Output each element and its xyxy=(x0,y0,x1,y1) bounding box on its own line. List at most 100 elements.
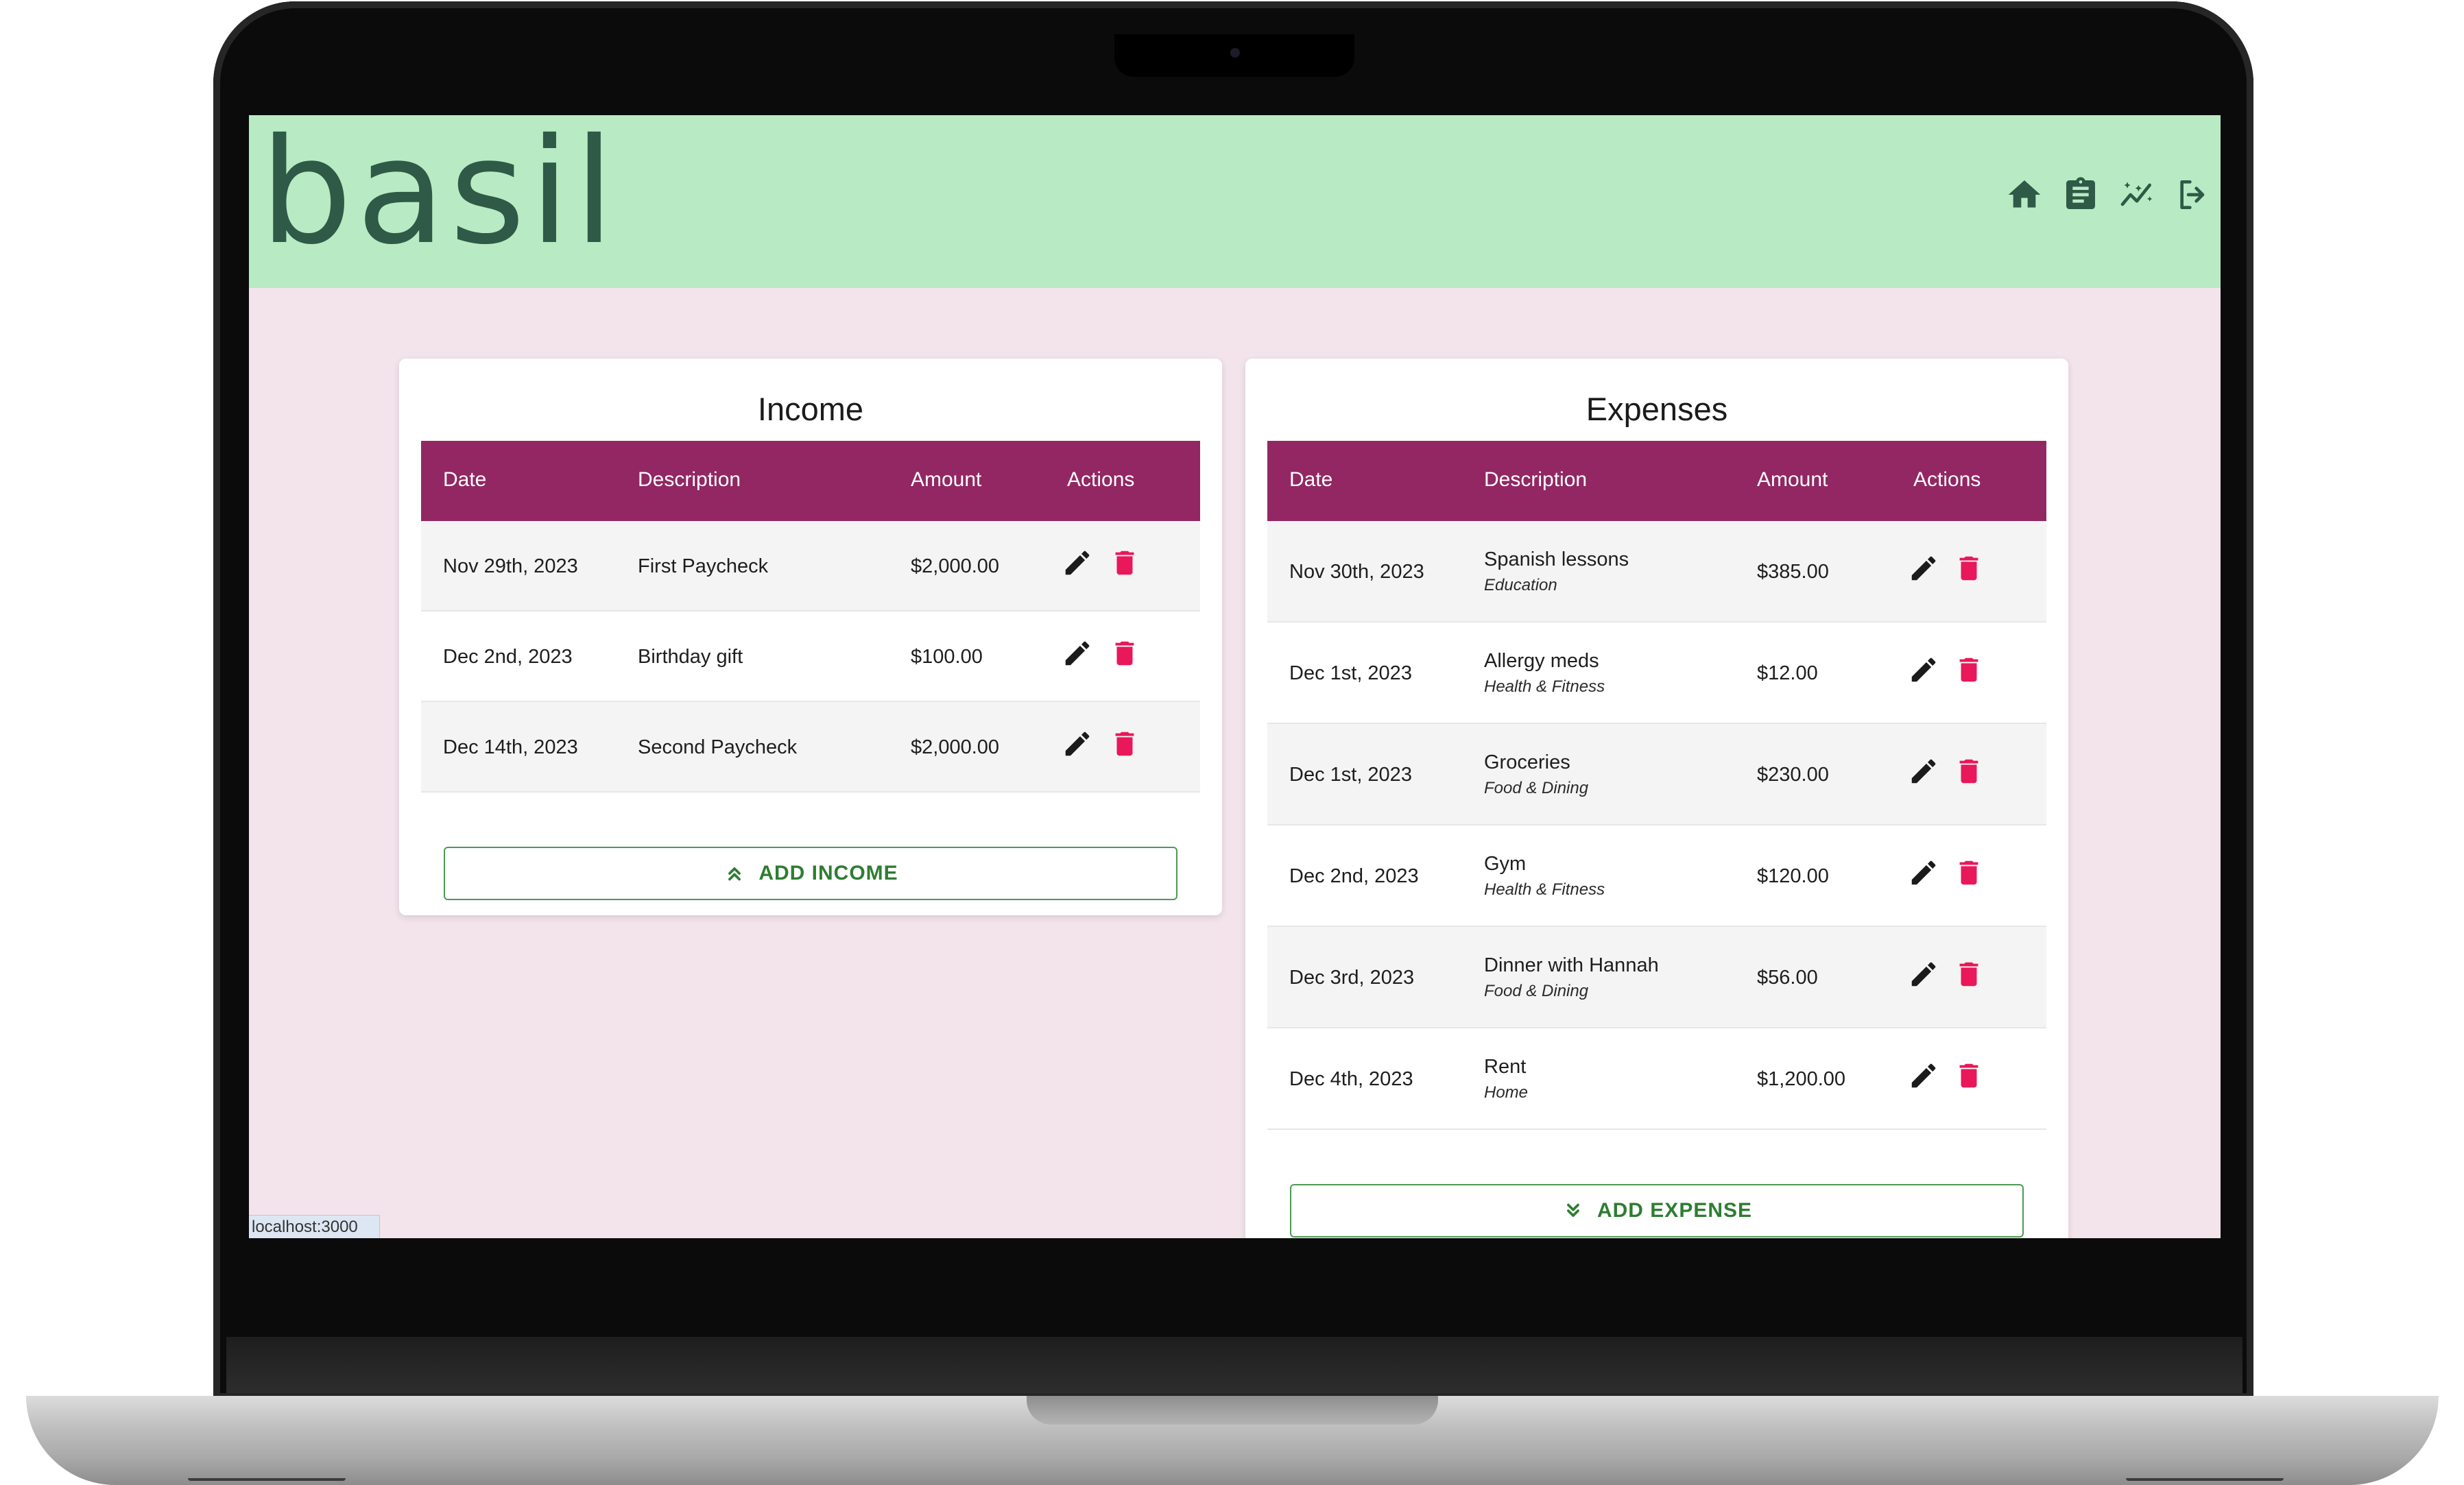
income-table: Date Description Amount Actions Nov 29th… xyxy=(421,441,1200,793)
clipboard-icon xyxy=(2066,177,2095,209)
app-logo[interactable]: basil xyxy=(260,119,619,265)
row-amount: $100.00 xyxy=(911,646,983,668)
double-chevron-down-icon xyxy=(1567,1203,1579,1217)
row-amount: $2,000.00 xyxy=(911,555,1000,577)
trash-icon xyxy=(1959,759,1978,784)
camera-icon xyxy=(1230,48,1240,58)
table-row: Dec 2nd, 2023 Birthday gift $100.00 xyxy=(421,612,1200,702)
clipboard-button[interactable] xyxy=(2060,174,2101,215)
row-date: Dec 3rd, 2023 xyxy=(1289,967,1415,989)
insights-icon xyxy=(2120,182,2153,206)
column-description: Description xyxy=(1484,468,1588,491)
insights-button[interactable] xyxy=(2116,174,2157,215)
income-title: Income xyxy=(757,391,864,427)
add-income-button[interactable]: ADD INCOME xyxy=(444,847,1177,900)
edit-button[interactable] xyxy=(1062,638,1093,669)
table-row: Dec 14th, 2023 Second Paycheck $2,000.00 xyxy=(421,702,1200,793)
status-url: localhost:3000 xyxy=(249,1215,380,1238)
logout-button[interactable] xyxy=(2173,174,2214,215)
trash-icon xyxy=(1115,551,1134,575)
edit-button[interactable] xyxy=(1908,756,1939,787)
edit-button[interactable] xyxy=(1908,857,1939,889)
row-description: Allergy meds xyxy=(1484,650,1599,672)
edit-button[interactable] xyxy=(1908,1060,1939,1091)
delete-button[interactable] xyxy=(1953,1060,1985,1091)
delete-button[interactable] xyxy=(1109,547,1140,579)
pencil-icon xyxy=(1911,962,1936,987)
pencil-icon xyxy=(1911,759,1936,784)
laptop-lip xyxy=(1027,1396,1438,1425)
trash-icon xyxy=(1959,860,1978,885)
column-amount: Amount xyxy=(911,468,982,491)
add-expense-label: ADD EXPENSE xyxy=(1596,1199,1753,1222)
row-amount: $230.00 xyxy=(1757,764,1829,786)
row-category: Home xyxy=(1484,1083,1529,1102)
add-income-label: ADD INCOME xyxy=(758,862,898,884)
table-row: Dec 1st, 2023 Groceries Food & Dining $2… xyxy=(1267,724,2046,825)
row-date: Nov 30th, 2023 xyxy=(1289,561,1424,583)
row-amount: $56.00 xyxy=(1757,967,1818,989)
row-description: Spanish lessons xyxy=(1484,548,1629,570)
delete-button[interactable] xyxy=(1109,638,1140,669)
home-button[interactable] xyxy=(2004,174,2045,215)
edit-button[interactable] xyxy=(1908,654,1939,686)
pencil-icon xyxy=(1065,641,1090,666)
row-category: Education xyxy=(1484,576,1557,594)
row-date: Nov 29th, 2023 xyxy=(443,555,578,577)
row-category: Health & Fitness xyxy=(1484,880,1605,899)
edit-button[interactable] xyxy=(1062,728,1093,760)
home-icon xyxy=(2008,180,2041,208)
delete-button[interactable] xyxy=(1953,553,1985,584)
row-date: Dec 1st, 2023 xyxy=(1289,764,1412,786)
expenses-card: Expenses Date Description Amount Actions… xyxy=(1245,359,2068,1238)
row-description: Second Paycheck xyxy=(638,736,798,758)
pencil-icon xyxy=(1065,551,1090,575)
table-row: Dec 4th, 2023 Rent Home $1,200.00 xyxy=(1267,1028,2046,1130)
delete-button[interactable] xyxy=(1953,756,1985,787)
add-expense-button[interactable]: ADD EXPENSE xyxy=(1290,1184,2024,1238)
table-row: Dec 2nd, 2023 Gym Health & Fitness $120.… xyxy=(1267,825,2046,927)
row-date: Dec 2nd, 2023 xyxy=(443,646,573,668)
income-table-header: Date Description Amount Actions xyxy=(421,441,1200,521)
laptop-foot xyxy=(2126,1478,2284,1481)
row-category: Health & Fitness xyxy=(1484,677,1605,696)
row-date: Dec 4th, 2023 xyxy=(1289,1068,1413,1090)
laptop-foot xyxy=(188,1478,346,1481)
delete-button[interactable] xyxy=(1953,958,1985,990)
logout-icon xyxy=(2180,180,2205,209)
trash-icon xyxy=(1115,641,1134,666)
pencil-icon xyxy=(1911,860,1936,885)
delete-button[interactable] xyxy=(1953,857,1985,889)
row-amount: $2,000.00 xyxy=(911,736,1000,758)
trash-icon xyxy=(1959,657,1978,682)
expenses-table: Date Description Amount Actions Nov 30th… xyxy=(1267,441,2046,1130)
column-actions: Actions xyxy=(1913,468,1981,491)
delete-button[interactable] xyxy=(1109,728,1140,760)
row-amount: $12.00 xyxy=(1757,662,1818,684)
laptop-hinge xyxy=(226,1337,2242,1393)
row-category: Food & Dining xyxy=(1484,982,1589,1000)
column-amount: Amount xyxy=(1757,468,1828,491)
row-description: First Paycheck xyxy=(638,555,769,577)
trash-icon xyxy=(1959,962,1978,987)
row-description: Gym xyxy=(1484,853,1527,875)
top-nav xyxy=(2004,174,2214,215)
expenses-table-header: Date Description Amount Actions xyxy=(1267,441,2046,521)
trash-icon xyxy=(1959,556,1978,581)
double-chevron-up-icon xyxy=(728,867,741,881)
table-row: Nov 30th, 2023 Spanish lessons Education… xyxy=(1267,521,2046,623)
edit-button[interactable] xyxy=(1062,547,1093,579)
table-row: Dec 1st, 2023 Allergy meds Health & Fitn… xyxy=(1267,623,2046,724)
edit-button[interactable] xyxy=(1908,958,1939,990)
row-description: Birthday gift xyxy=(638,646,743,668)
row-date: Dec 14th, 2023 xyxy=(443,736,578,758)
column-actions: Actions xyxy=(1067,468,1135,491)
pencil-icon xyxy=(1911,1063,1936,1088)
trash-icon xyxy=(1959,1063,1978,1088)
app-screen: basil Income Date Description Amount Act xyxy=(249,115,2221,1238)
row-date: Dec 1st, 2023 xyxy=(1289,662,1412,684)
edit-button[interactable] xyxy=(1908,553,1939,584)
row-date: Dec 2nd, 2023 xyxy=(1289,865,1419,887)
column-date: Date xyxy=(1289,468,1333,491)
delete-button[interactable] xyxy=(1953,654,1985,686)
